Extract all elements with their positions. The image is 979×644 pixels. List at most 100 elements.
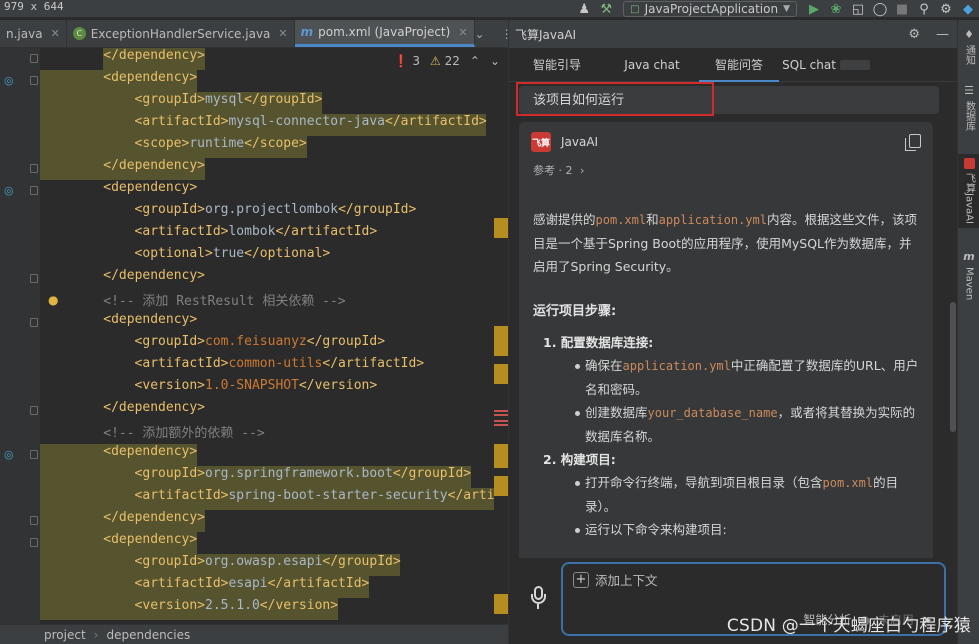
code-line[interactable]: </dependency> — [0, 268, 508, 290]
code-line[interactable]: <version>1.0-SNAPSHOT</version> — [0, 378, 508, 400]
tab-sql-chat[interactable]: SQL chat — [779, 48, 873, 82]
error-stripe[interactable] — [494, 420, 508, 426]
dependency-gutter-icon[interactable]: ◎ — [4, 185, 16, 197]
error-stripe[interactable] — [494, 410, 508, 416]
settings-icon[interactable]: ⚙ — [908, 27, 920, 42]
fold-marker-icon[interactable] — [30, 538, 38, 547]
warning-icon: ⚠ — [430, 54, 441, 68]
code-line[interactable]: <dependency> ◎ — [0, 180, 508, 202]
code-line[interactable]: <artifactId>common-utils</artifactId> — [0, 356, 508, 378]
hammer-icon[interactable]: ⚒ — [595, 0, 617, 18]
warning-stripe[interactable] — [494, 594, 508, 614]
dependency-gutter-icon[interactable]: ◎ — [4, 449, 16, 461]
question-highlight-box — [516, 82, 714, 116]
code-line[interactable]: <artifactId>spring-boot-starter-security… — [0, 488, 508, 510]
code-line[interactable]: <!-- 添加额外的依赖 --> — [0, 422, 508, 444]
chevron-down-icon[interactable]: ⌄ — [475, 27, 485, 41]
code-line[interactable]: <groupId>mysql</groupId> — [0, 92, 508, 114]
dependency-gutter-icon[interactable]: ◎ — [4, 75, 16, 87]
code-line[interactable]: <optional>true</optional> — [0, 246, 508, 268]
copy-icon[interactable] — [905, 134, 921, 151]
editor-tab[interactable]: n.java ✕ — [0, 20, 67, 47]
code-text: <groupId>org.springframework.boot</group… — [135, 466, 472, 488]
breadcrumb-item[interactable]: dependencies — [106, 628, 190, 642]
code-line[interactable]: </dependency> — [0, 400, 508, 422]
code-line[interactable]: <artifactId>lombok</artifactId> — [0, 224, 508, 246]
search-icon[interactable]: ⚲ — [913, 0, 935, 18]
code-line[interactable]: <groupId>com.feisuanyz</groupId> — [0, 334, 508, 356]
breadcrumb: project › dependencies — [0, 624, 508, 644]
warning-stripe[interactable] — [494, 476, 508, 496]
chat-scrollbar[interactable] — [950, 302, 956, 432]
editor-tab-active[interactable]: m pom.xml (JavaProject) ✕ — [294, 20, 475, 47]
close-icon[interactable]: ✕ — [278, 27, 287, 40]
fold-marker-icon[interactable] — [30, 164, 38, 173]
code-line[interactable]: <!-- 添加 RestResult 相关依赖 --> ● — [0, 290, 508, 312]
user-icon[interactable]: ♟ — [573, 0, 595, 18]
code-token: <!-- 添加 RestResult 相关依赖 --> — [103, 294, 346, 309]
steps-heading: 运行项目步骤: — [533, 304, 617, 319]
code-token: org.projectlombok — [205, 202, 339, 217]
fold-marker-icon[interactable] — [30, 516, 38, 525]
code-editor[interactable]: </dependency> <dependency> ◎ <groupId>mysql… — [0, 48, 508, 624]
code-line[interactable]: <dependency> ◎ — [0, 70, 508, 92]
code-text: <artifactId>esapi</artifactId> — [135, 576, 370, 598]
code-line[interactable]: <groupId>org.springframework.boot</group… — [0, 466, 508, 488]
jetbrains-logo-icon[interactable]: ◆ — [957, 0, 979, 18]
fold-marker-icon[interactable] — [30, 186, 38, 195]
warning-stripe[interactable] — [494, 364, 508, 384]
references-toggle[interactable]: 参考 · 2 › — [533, 162, 584, 178]
fold-marker-icon[interactable] — [30, 274, 38, 283]
add-context-button[interactable]: + 添加上下文 — [573, 570, 658, 589]
chevron-up-icon[interactable]: ⌃ — [470, 54, 480, 68]
chat-area[interactable]: 该项目如何运行 飞算 JavaAI 参考 · 2 › 感谢提供的pom.xml和… — [509, 82, 958, 558]
warning-stripe[interactable] — [494, 218, 508, 238]
settings-icon[interactable]: ⚙ — [935, 0, 957, 18]
coverage-icon[interactable]: ◱ — [847, 0, 869, 18]
lightbulb-icon[interactable]: ● — [48, 293, 58, 307]
profile-icon[interactable]: ◯ — [869, 0, 891, 18]
code-line[interactable]: <groupId>org.owasp.esapi</groupId> — [0, 554, 508, 576]
code-line[interactable]: <version>2.5.1.0</version> — [0, 598, 508, 620]
run-icon[interactable]: ▶ — [803, 0, 825, 18]
code-token: <scope> — [134, 136, 190, 151]
warning-stripe[interactable] — [494, 326, 508, 356]
code-token: <artifactId> — [134, 114, 229, 129]
warning-stripe[interactable] — [494, 444, 508, 468]
tab-smart-guide[interactable]: 智能引导 — [509, 48, 605, 82]
tab-smart-qa[interactable]: 智能问答 — [699, 48, 779, 82]
microphone-icon[interactable] — [531, 586, 546, 609]
fold-marker-icon[interactable] — [30, 54, 38, 63]
strip-notifications[interactable]: ♦ 通知 — [958, 28, 979, 65]
breadcrumb-item[interactable]: project — [44, 628, 86, 642]
inspection-widget[interactable]: ❗ 3 ⚠ 22 ⌃ ⌄ — [389, 52, 504, 70]
code-line[interactable]: </dependency> — [0, 510, 508, 532]
code-line[interactable]: </dependency> — [0, 158, 508, 180]
stop-icon[interactable]: ■ — [891, 0, 913, 18]
strip-maven[interactable]: m Maven — [958, 250, 979, 300]
tab-java-chat[interactable]: Java chat — [605, 48, 699, 82]
code-line[interactable]: <dependency> ◎ — [0, 444, 508, 466]
fold-marker-icon[interactable] — [30, 76, 38, 85]
code-text: <!-- 添加额外的依赖 --> — [103, 422, 264, 444]
editor-tab[interactable]: C ExceptionHandlerService.java ✕ — [67, 20, 295, 47]
code-line[interactable]: <dependency> — [0, 532, 508, 554]
close-icon[interactable]: ✕ — [458, 26, 467, 39]
debug-icon[interactable]: ❀ — [825, 0, 847, 18]
close-icon[interactable]: ✕ — [51, 27, 60, 40]
fold-marker-icon[interactable] — [30, 318, 38, 327]
strip-javaai[interactable]: 飞算JavaAI — [958, 154, 979, 228]
code-line[interactable]: <dependency> — [0, 312, 508, 334]
run-config-label: JavaProjectApplication — [644, 2, 779, 16]
code-line[interactable]: <groupId>org.projectlombok</groupId> — [0, 202, 508, 224]
code-token: </dependency> — [103, 158, 206, 173]
code-line[interactable]: <artifactId>esapi</artifactId> — [0, 576, 508, 598]
run-config-select[interactable]: □ JavaProjectApplication ▼ — [623, 1, 797, 17]
strip-database[interactable]: ☰ 数据库 — [958, 84, 979, 131]
fold-marker-icon[interactable] — [30, 450, 38, 459]
code-line[interactable]: <scope>runtime</scope> — [0, 136, 508, 158]
chevron-down-icon[interactable]: ⌄ — [490, 54, 500, 68]
minimize-icon[interactable]: — — [936, 27, 949, 42]
code-line[interactable]: <artifactId>mysql-connector-java</artifa… — [0, 114, 508, 136]
fold-marker-icon[interactable] — [30, 406, 38, 415]
